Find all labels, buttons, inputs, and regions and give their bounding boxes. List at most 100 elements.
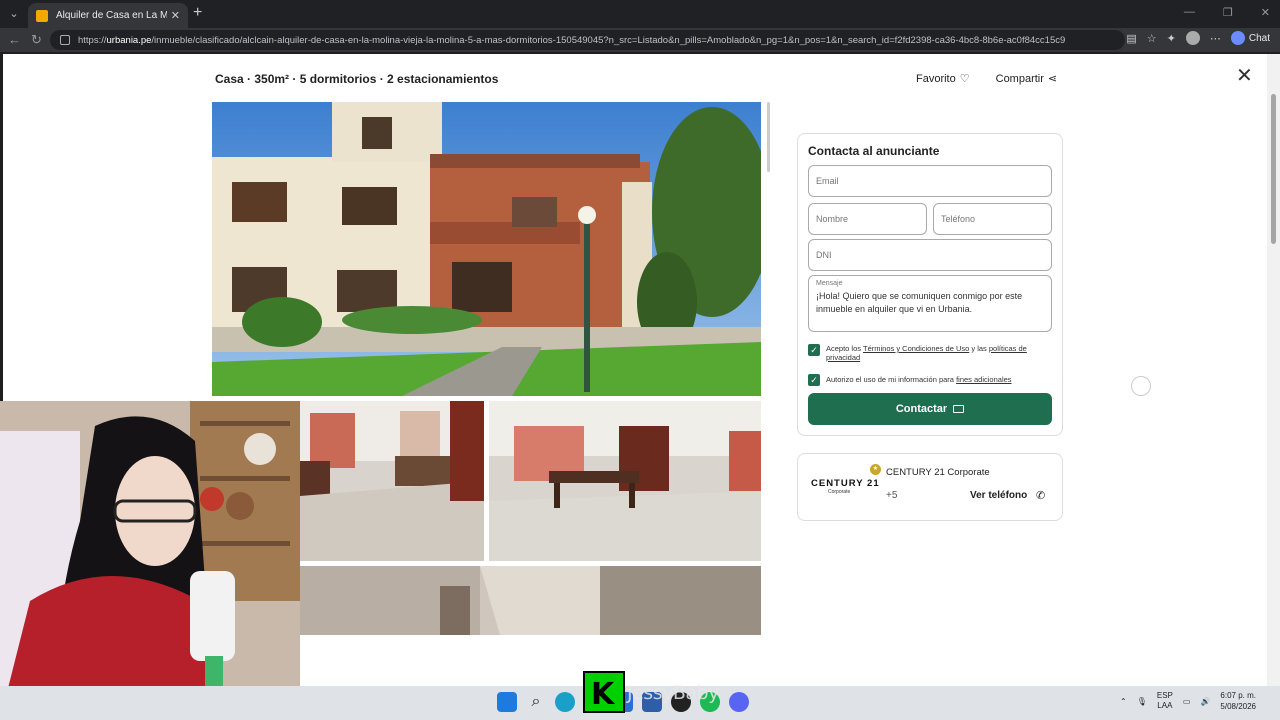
clock[interactable]: 6:07 p. m. 5/08/2026	[1220, 690, 1256, 712]
agency-phone-partial: +5	[886, 490, 898, 501]
favorite-button[interactable]: Favorito ♡	[916, 72, 970, 85]
envelope-icon	[953, 405, 965, 413]
living-room-illustration	[300, 401, 484, 561]
chat-label: Chat	[1248, 32, 1270, 44]
terms-row: ✓ Acepto los Términos y Condiciones de U…	[808, 344, 1062, 362]
volume-icon[interactable]: 🔊	[1200, 697, 1210, 706]
tab-close-icon[interactable]: ✕	[171, 9, 180, 22]
bookmark-star-icon[interactable]: ☆	[1147, 32, 1157, 45]
listing-actions: Favorito ♡ Compartir ⋖	[916, 72, 1057, 85]
message-text: ¡Hola! Quiero que se comuniquen conmigo …	[816, 291, 1023, 314]
consent-text: Autorizo el uso de mi información para f…	[826, 374, 1012, 386]
start-icon[interactable]	[497, 692, 517, 712]
dni-placeholder: DNI	[816, 250, 832, 260]
message-textarea[interactable]: Mensaje ¡Hola! Quiero que se comuniquen …	[808, 275, 1052, 332]
agency-logo: CENTURY 21	[811, 478, 880, 489]
reload-icon[interactable]: ↻	[31, 32, 42, 48]
modal-close-icon[interactable]: ✕	[1236, 63, 1253, 88]
heart-icon: ♡	[959, 73, 970, 85]
extensions-icon[interactable]: ✦	[1167, 32, 1176, 45]
copilot-icon	[1230, 31, 1245, 45]
tray-chevron-icon[interactable]: ⌃	[1120, 697, 1127, 706]
contact-button[interactable]: Contactar	[808, 393, 1052, 425]
consent-prefix: Autorizo el uso de mi información para	[826, 375, 954, 384]
email-placeholder: Email	[816, 176, 839, 186]
share-button[interactable]: Compartir ⋖	[996, 72, 1058, 85]
gallery-photo-living[interactable]	[300, 401, 484, 561]
browser-toolbar: ▤ ☆ ✦ ⋯ Chat	[1126, 31, 1270, 45]
consent-row: ✓ Autorizo el uso de mi información para…	[808, 374, 1012, 386]
back-icon[interactable]: ←	[8, 32, 21, 47]
contact-button-label: Contactar	[895, 403, 948, 415]
loading-cursor-icon	[1131, 376, 1151, 396]
email-field[interactable]: Email	[808, 165, 1052, 197]
url-path: /inmueble/clasificado/alclcain-alquiler-…	[151, 34, 1066, 46]
terms-middle: y las	[971, 344, 987, 353]
phone-field[interactable]: Teléfono	[933, 203, 1052, 235]
streamer-logo-letter: K	[591, 677, 615, 712]
webcam-overlay	[0, 401, 300, 720]
window-close-icon[interactable]: ✕	[1261, 6, 1270, 19]
terms-checkbox[interactable]: ✓	[808, 344, 820, 356]
clock-time: 6:07 p. m.	[1220, 691, 1256, 700]
main-photo[interactable]	[212, 102, 761, 396]
agency-card: CENTURY 21 Corporate ★ CENTURY 21 Corpor…	[797, 453, 1063, 521]
terms-link[interactable]: Términos y Condiciones de Uso	[863, 344, 969, 353]
site-info-icon[interactable]	[60, 35, 70, 45]
url-prefix: https://	[78, 34, 107, 46]
edge-icon[interactable]	[555, 692, 575, 712]
share-icon: ⋖	[1047, 73, 1058, 85]
search-icon[interactable]: ⌕	[526, 692, 546, 712]
terms-text: Acepto los Términos y Condiciones de Uso…	[826, 344, 1062, 362]
phone-icon: ✆	[1036, 490, 1046, 502]
site-favicon-icon	[36, 9, 48, 22]
dining-room-illustration	[489, 401, 761, 561]
more-menu-icon[interactable]: ⋯	[1210, 32, 1221, 45]
streamer-name: JessyBaby	[627, 682, 719, 704]
name-field[interactable]: Nombre	[808, 203, 927, 235]
browser-navbar: ← ↻ https://urbania.pe/inmueble/clasific…	[0, 28, 1280, 52]
browser-tab[interactable]: Alquiler de Casa en La Molina - Li ✕	[28, 3, 188, 28]
agency-name: CENTURY 21 Corporate	[886, 467, 990, 478]
minimize-icon[interactable]: —	[1184, 6, 1195, 19]
system-tray: ⌃ 🎙 ESP LAA ▭ 🔊 6:07 p. m. 5/08/2026	[1120, 690, 1256, 712]
network-icon[interactable]: ▭	[1183, 697, 1191, 706]
webcam-illustration	[0, 401, 300, 720]
listing-title: Casa · 350m² · 5 dormitorios · 2 estacio…	[215, 72, 499, 86]
dni-field[interactable]: DNI	[808, 239, 1052, 271]
microphone-icon[interactable]: 🎙	[1137, 697, 1147, 706]
contact-title: Contacta al anunciante	[808, 144, 940, 158]
view-phone-button[interactable]: Ver teléfono	[970, 490, 1027, 501]
clock-date: 5/08/2026	[1220, 702, 1256, 711]
tab-title: Alquiler de Casa en La Molina - Li	[56, 10, 167, 21]
consent-link[interactable]: fines adicionales	[956, 375, 1011, 384]
gallery-photo-hallway[interactable]	[300, 566, 761, 635]
reading-mode-icon[interactable]: ▤	[1126, 32, 1136, 45]
message-label: Mensaje	[816, 280, 843, 287]
window-controls: — ❐ ✕	[1184, 6, 1270, 19]
profile-avatar-icon[interactable]	[1185, 31, 1200, 45]
agency-logo-sub: Corporate	[828, 489, 851, 495]
tab-menu-icon[interactable]: ⌄	[6, 6, 22, 22]
new-tab-icon[interactable]: +	[193, 4, 202, 22]
language-indicator[interactable]: ESP LAA	[1157, 691, 1173, 711]
page-scrollbar[interactable]	[1267, 54, 1280, 686]
favorite-label: Favorito	[916, 73, 956, 85]
address-bar[interactable]: https://urbania.pe/inmueble/clasificado/…	[50, 30, 1125, 50]
name-placeholder: Nombre	[816, 214, 849, 224]
discord-icon[interactable]	[729, 692, 749, 712]
chat-button[interactable]: Chat	[1230, 31, 1270, 45]
lang-bottom: LAA	[1157, 701, 1173, 710]
url-text: https://urbania.pe/inmueble/clasificado/…	[78, 35, 1078, 46]
contact-form-card: Contacta al anunciante Email Nombre Telé…	[797, 133, 1063, 436]
verified-badge-icon: ★	[870, 464, 881, 475]
maximize-icon[interactable]: ❐	[1223, 6, 1233, 19]
consent-checkbox[interactable]: ✓	[808, 374, 820, 386]
gallery-scrollbar[interactable]	[767, 102, 770, 172]
page-scroll-thumb[interactable]	[1271, 94, 1276, 244]
phone-placeholder: Teléfono	[941, 214, 976, 224]
terms-prefix: Acepto los	[826, 344, 862, 353]
share-label: Compartir	[995, 73, 1044, 85]
gallery-photo-dining[interactable]	[489, 401, 761, 561]
house-photo-illustration	[212, 102, 761, 396]
